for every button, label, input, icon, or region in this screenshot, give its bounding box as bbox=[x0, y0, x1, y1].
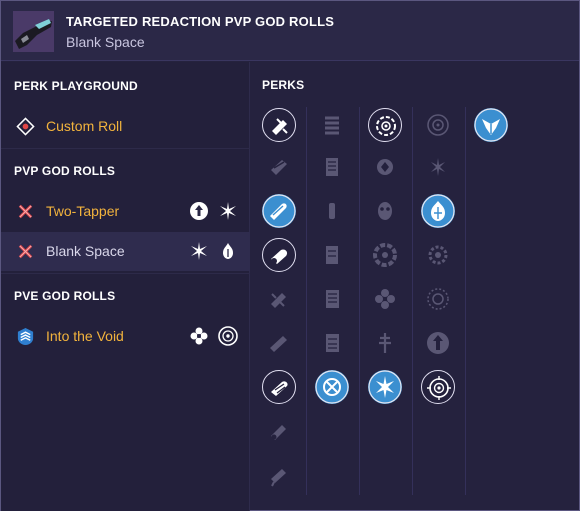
sidebar: PERK PLAYGROUND Custom Roll PVP GOD ROLL… bbox=[1, 62, 250, 511]
perk-magazine-icon[interactable] bbox=[315, 282, 349, 316]
chevron-shield-icon bbox=[16, 327, 35, 346]
cluster-icon bbox=[188, 325, 210, 347]
perk-trait2-outlined-icon[interactable] bbox=[421, 370, 455, 404]
column-divider bbox=[465, 107, 466, 495]
section-heading-perk-playground: PERK PLAYGROUND bbox=[14, 79, 138, 93]
perk-trait-icon[interactable] bbox=[368, 194, 402, 228]
perk-trait-selected-icon[interactable] bbox=[368, 108, 402, 142]
column-divider bbox=[359, 107, 360, 495]
perks-panel: PERKS bbox=[250, 62, 580, 511]
weapon-thumbnail-icon bbox=[13, 11, 54, 52]
perk-barrel-icon[interactable] bbox=[262, 326, 296, 360]
perk-trait2-icon[interactable] bbox=[421, 150, 455, 184]
section-heading-pve: PVE GOD ROLLS bbox=[14, 289, 116, 303]
starburst-icon bbox=[188, 240, 210, 262]
perk-magazine-selected-icon[interactable] bbox=[315, 370, 349, 404]
perk-trait2-selected-icon[interactable] bbox=[421, 194, 455, 228]
perk-barrel-icon[interactable] bbox=[262, 150, 296, 184]
perk-trait2-icon[interactable] bbox=[421, 282, 455, 316]
sidebar-item-into-the-void[interactable]: Into the Void bbox=[1, 317, 250, 356]
divider bbox=[1, 148, 250, 149]
column-divider bbox=[306, 107, 307, 495]
sidebar-item-label: Into the Void bbox=[46, 328, 124, 344]
perk-magazine-icon[interactable] bbox=[315, 108, 349, 142]
page-title: TARGETED REDACTION PVP GOD ROLLS bbox=[66, 14, 335, 29]
perk-magazine-icon[interactable] bbox=[315, 150, 349, 184]
starburst-icon bbox=[217, 200, 239, 222]
perk-origin-selected-icon[interactable] bbox=[474, 108, 508, 142]
perk-trait-selected-icon[interactable] bbox=[368, 370, 402, 404]
perk-barrel-icon[interactable] bbox=[262, 414, 296, 448]
target-diamond-icon bbox=[16, 117, 35, 136]
perk-barrel-selected-icon[interactable] bbox=[262, 108, 296, 142]
perk-trait-icon[interactable] bbox=[368, 326, 402, 360]
perk-barrel-outlined-icon[interactable] bbox=[262, 370, 296, 404]
header: TARGETED REDACTION PVP GOD ROLLS Blank S… bbox=[1, 1, 579, 61]
perk-trait2-icon[interactable] bbox=[421, 108, 455, 142]
reticle-icon bbox=[217, 325, 239, 347]
divider bbox=[1, 273, 250, 274]
roll-subtitle: Blank Space bbox=[66, 34, 145, 50]
sidebar-item-label: Blank Space bbox=[46, 243, 125, 259]
column-divider bbox=[412, 107, 413, 495]
crossed-x-icon bbox=[16, 242, 35, 261]
sidebar-item-custom-roll[interactable]: Custom Roll bbox=[1, 107, 250, 146]
crossed-x-icon bbox=[16, 202, 35, 221]
flame-burst-icon bbox=[217, 240, 239, 262]
sidebar-item-label: Two-Tapper bbox=[46, 203, 120, 219]
perk-magazine-icon[interactable] bbox=[315, 326, 349, 360]
perk-barrel-outlined-icon[interactable] bbox=[262, 238, 296, 272]
perk-trait-icon[interactable] bbox=[368, 282, 402, 316]
perk-trait2-icon[interactable] bbox=[421, 238, 455, 272]
section-heading-pvp: PVP GOD ROLLS bbox=[14, 164, 116, 178]
app-window: TARGETED REDACTION PVP GOD ROLLS Blank S… bbox=[0, 0, 580, 511]
perk-trait-icon[interactable] bbox=[368, 238, 402, 272]
perk-barrel-icon[interactable] bbox=[262, 282, 296, 316]
sidebar-item-blank-space[interactable]: Blank Space bbox=[1, 232, 250, 271]
perk-trait2-icon[interactable] bbox=[421, 326, 455, 360]
perk-trait-icon[interactable] bbox=[368, 150, 402, 184]
perk-barrel-icon[interactable] bbox=[262, 458, 296, 492]
perk-magazine-icon[interactable] bbox=[315, 194, 349, 228]
perks-heading: PERKS bbox=[262, 78, 305, 92]
sidebar-item-label: Custom Roll bbox=[46, 118, 123, 134]
arrow-circle-icon bbox=[188, 200, 210, 222]
sidebar-item-two-tapper[interactable]: Two-Tapper bbox=[1, 192, 250, 231]
perk-magazine-icon[interactable] bbox=[315, 238, 349, 272]
perk-barrel-highlighted-icon[interactable] bbox=[262, 194, 296, 228]
